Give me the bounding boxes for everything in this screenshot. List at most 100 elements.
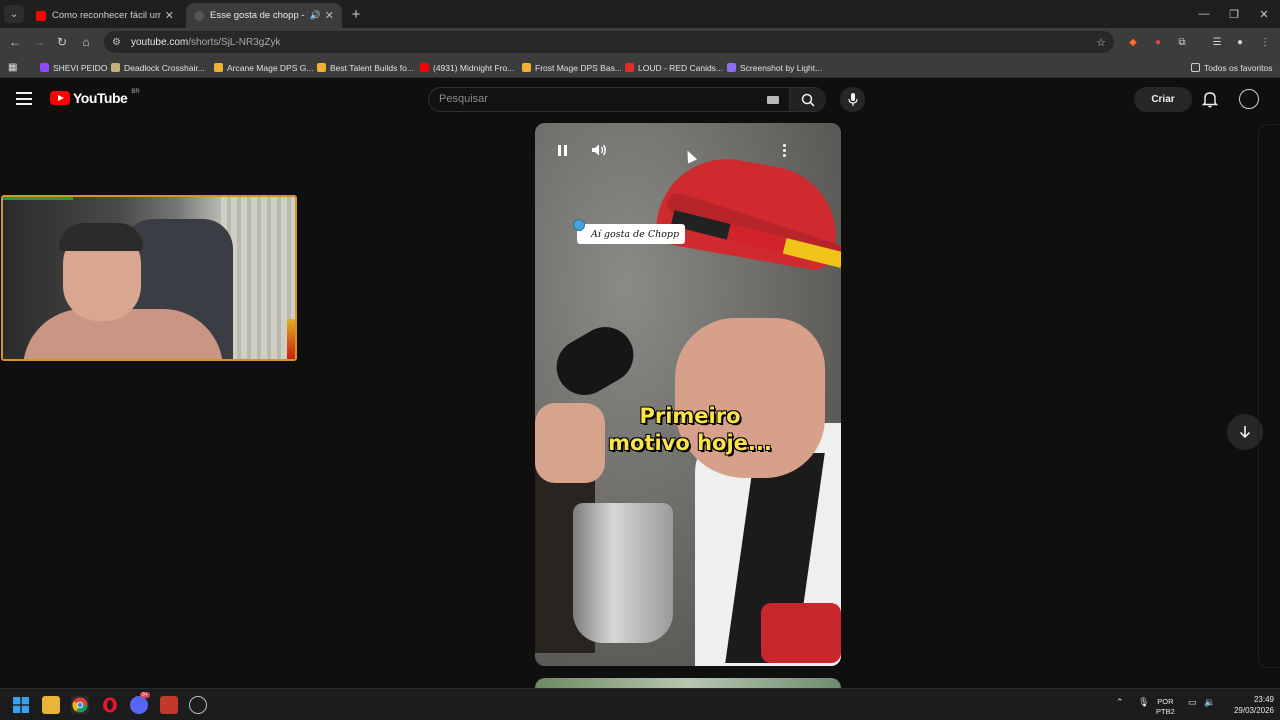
webcam-overlay — [1, 195, 297, 361]
tab-close-icon[interactable]: ✕ — [325, 9, 334, 22]
bookmark-label: SHEVI PEIDO — [53, 62, 108, 73]
youtube-header: YouTube BR Pesquisar Criar — [0, 79, 1280, 119]
pause-icon-bar — [563, 144, 567, 156]
site-info-icon[interactable]: ⚙ — [112, 37, 121, 48]
clock-date: 29/03/2026 — [1233, 706, 1274, 715]
search-button[interactable] — [789, 88, 826, 111]
video-caption: Primeiro motivo hoje... — [575, 403, 805, 457]
bookmark-item[interactable]: LOUD - RED Canids... — [625, 61, 723, 74]
restore-button[interactable]: ❐ — [1220, 5, 1248, 23]
bookmark-label: Deadlock Crosshair... — [124, 62, 205, 73]
microphone-tray-icon[interactable]: 🎙 — [1138, 697, 1149, 707]
app-icon[interactable] — [189, 696, 207, 714]
more-options-button[interactable] — [777, 137, 791, 163]
notifications-bell-icon[interactable] — [1201, 90, 1219, 108]
country-code: BR — [131, 89, 140, 95]
account-avatar[interactable] — [1239, 89, 1259, 109]
bookmark-item[interactable]: Frost Mage DPS Bas... — [522, 61, 622, 74]
bookmark-star-icon[interactable]: ☆ — [1096, 36, 1106, 49]
tab-title: Esse gosta de chopp - YouT — [210, 10, 308, 21]
all-bookmarks-folder[interactable]: Todos os favoritos — [1191, 61, 1273, 74]
video-frame-trim — [761, 603, 841, 663]
bookmark-favicon-icon — [214, 63, 223, 72]
language-code: POR — [1157, 697, 1174, 706]
address-bar[interactable]: ⚙ youtube.com/shorts/SjL-NR3gZyk ☆ — [104, 31, 1114, 53]
arrow-down-icon — [1239, 426, 1251, 439]
network-icon[interactable]: ▭ — [1188, 697, 1197, 707]
side-panel-edge — [1258, 124, 1280, 668]
file-explorer-icon[interactable] — [42, 696, 60, 714]
bookmark-item[interactable]: SHEVI PEIDO — [40, 61, 107, 74]
pushpin-icon — [573, 219, 585, 231]
bookmark-item[interactable]: (4931) Midnight Fro... — [420, 61, 514, 74]
bookmark-label: Frost Mage DPS Bas... — [535, 62, 622, 73]
reload-button[interactable]: ↻ — [53, 33, 71, 51]
bookmark-item[interactable]: Deadlock Crosshair... — [111, 61, 205, 74]
tab-audio-icon[interactable]: 🔊 — [310, 10, 321, 21]
home-button[interactable]: ⌂ — [77, 33, 95, 51]
create-button[interactable]: Criar — [1134, 87, 1192, 112]
media-control-icon[interactable]: ☰ — [1209, 34, 1225, 50]
opera-icon[interactable] — [101, 696, 119, 714]
browser-tab-strip: ⌄ Como reconhecer fácil uma do ✕ Esse go… — [0, 0, 1280, 28]
chrome-icon[interactable] — [71, 696, 89, 714]
bookmark-item[interactable]: Arcane Mage DPS G... — [214, 61, 313, 74]
bookmark-favicon-icon — [317, 63, 326, 72]
url-host: youtube.com — [130, 36, 189, 48]
bookmark-label: (4931) Midnight Fro... — [433, 62, 515, 73]
search-box[interactable]: Pesquisar — [428, 87, 826, 112]
bookmark-item[interactable]: Best Talent Builds fo... — [317, 61, 414, 74]
youtube-logo-text: YouTube — [73, 90, 128, 106]
youtube-logo[interactable]: YouTube BR — [50, 89, 140, 106]
volume-tray-icon[interactable]: 🔉 — [1204, 697, 1215, 707]
windows-taskbar: 9+ ⌃ 🎙 POR PTB2 ▭ 🔉 23:49 29/03/2026 — [0, 688, 1280, 720]
extension-fox-icon[interactable]: ◆ — [1125, 34, 1141, 50]
close-window-button[interactable]: ✕ — [1250, 5, 1278, 23]
search-icon — [801, 93, 815, 107]
tab-search-button[interactable]: ⌄ — [4, 5, 24, 23]
voice-search-button[interactable] — [840, 87, 865, 112]
profile-icon[interactable]: ● — [1232, 34, 1248, 50]
show-hidden-icons[interactable]: ⌃ — [1116, 697, 1124, 707]
forward-button[interactable]: → — [30, 33, 48, 51]
extensions-puzzle-icon[interactable]: ⧉ — [1174, 34, 1190, 50]
webcam-border-accent — [287, 319, 295, 359]
caption-line: motivo hoje... — [608, 431, 772, 455]
bookmark-label: Arcane Mage DPS G... — [227, 62, 314, 73]
youtube-play-icon — [50, 91, 70, 105]
apps-grid-icon[interactable]: ▦ — [8, 61, 17, 74]
system-clock[interactable]: 23:49 29/03/2026 — [1224, 694, 1274, 716]
shorts-video-player[interactable]: Aí gosta de Chopp Primeiro motivo hoje..… — [535, 123, 841, 666]
dot — [782, 148, 786, 152]
language-indicator[interactable]: POR PTB2 — [1156, 697, 1175, 717]
tab-inactive[interactable]: Como reconhecer fácil uma do ✕ — [28, 3, 182, 28]
video-frame-mug — [573, 503, 673, 643]
tab-active[interactable]: Esse gosta de chopp - YouT 🔊 ✕ — [186, 3, 342, 28]
all-bookmarks-label: Todos os favoritos — [1204, 62, 1273, 73]
tab-title: Como reconhecer fácil uma do — [52, 10, 161, 21]
search-input[interactable]: Pesquisar — [439, 93, 488, 105]
bookmark-label: Best Talent Builds fo... — [330, 62, 414, 73]
extension-badge-icon[interactable]: ● — [1150, 34, 1166, 50]
windows-start-icon[interactable] — [12, 696, 30, 714]
keyboard-icon[interactable] — [767, 96, 779, 104]
dot — [782, 153, 786, 157]
discord-icon[interactable]: 9+ — [130, 692, 150, 714]
pause-button[interactable] — [549, 137, 575, 163]
bookmark-favicon-icon — [111, 63, 120, 72]
bookmark-favicon-icon — [40, 63, 49, 72]
back-button[interactable]: ← — [6, 33, 24, 51]
browser-toolbar: ← → ↻ ⌂ ⚙ youtube.com/shorts/SjL-NR3gZyk… — [0, 28, 1280, 56]
minimize-button[interactable]: — — [1190, 5, 1218, 23]
hamburger-menu-icon[interactable] — [16, 92, 32, 105]
webcam-border-accent — [3, 197, 73, 200]
new-tab-button[interactable]: + — [347, 5, 365, 23]
folder-icon — [1191, 63, 1200, 72]
volume-button[interactable] — [586, 137, 612, 163]
bookmark-item[interactable]: Screenshot by Light... — [727, 61, 822, 74]
browser-menu-icon[interactable]: ⋮ — [1257, 34, 1273, 50]
url-path: /shorts/SjL-NR3gZyk — [188, 36, 281, 48]
bookmark-favicon-icon — [420, 63, 429, 72]
app-icon[interactable] — [160, 696, 178, 714]
tab-close-icon[interactable]: ✕ — [165, 9, 174, 22]
